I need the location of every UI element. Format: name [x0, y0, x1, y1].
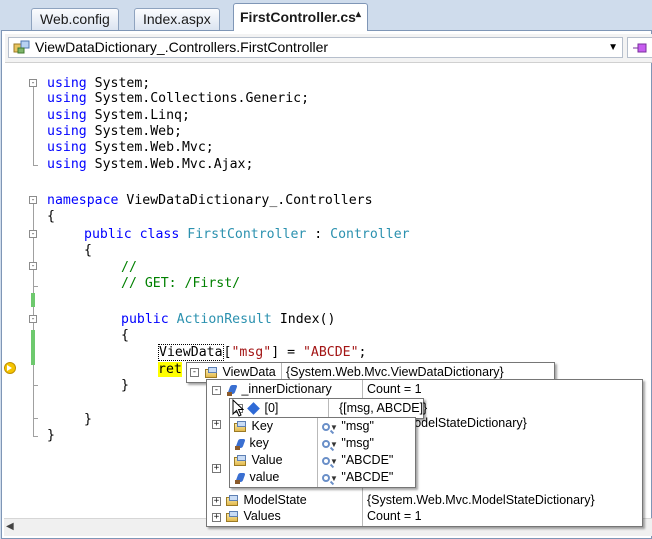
- code-line: // GET: /First/: [121, 276, 241, 291]
- datatip-row[interactable]: Value: [234, 452, 283, 469]
- property-icon: [226, 494, 240, 507]
- collapse-icon[interactable]: -: [212, 386, 221, 395]
- datatip-name: Key: [251, 419, 274, 433]
- tab-web-config[interactable]: Web.config: [31, 8, 119, 30]
- code-line: }: [121, 378, 129, 393]
- datatip-value: {System.Web.Mvc.ModelStateDictionary}: [367, 493, 595, 507]
- datatip-row[interactable]: key: [234, 435, 269, 452]
- datatip-value: Count = 1: [367, 509, 422, 523]
- expand-icon[interactable]: +: [212, 464, 221, 473]
- datatip-name: [0]: [264, 401, 279, 415]
- expand-icon[interactable]: +: [212, 513, 221, 522]
- method-icon: [633, 41, 647, 59]
- visualizer-icon[interactable]: [322, 456, 330, 465]
- datatip-value: {[msg, ABCDE]}: [339, 401, 428, 415]
- datatip-name: ModelState: [243, 493, 307, 507]
- visualizer-icon[interactable]: [322, 422, 330, 431]
- datatip-row[interactable]: Key: [234, 418, 273, 435]
- code-line: namespace ViewDataDictionary_.Controller…: [47, 193, 373, 208]
- tab-label: Index.aspx: [143, 11, 211, 27]
- datatip-value: "ABCDE": [341, 470, 394, 484]
- code-line: ViewData["msg"] = "ABCDE";: [158, 344, 367, 361]
- datatip-name: Values: [243, 509, 281, 523]
- member-combo[interactable]: [627, 37, 652, 58]
- field-icon: [234, 438, 246, 450]
- code-line: using System.Web;: [47, 124, 182, 139]
- scroll-left-icon[interactable]: ◀: [6, 521, 14, 532]
- lock-icon: ▴: [355, 9, 361, 20]
- datatip-value: "msg": [341, 436, 374, 450]
- chevron-down-icon[interactable]: ▼: [608, 38, 618, 57]
- property-icon: [226, 510, 240, 523]
- datatip-row[interactable]: ModelState: [226, 492, 307, 509]
- code-line: //: [121, 260, 137, 275]
- datatip-name: key: [249, 436, 269, 450]
- field-icon: [234, 472, 246, 484]
- expand-icon[interactable]: +: [212, 420, 221, 429]
- expand-icon[interactable]: +: [212, 497, 221, 506]
- code-line: }: [84, 412, 92, 427]
- field-icon: [226, 384, 238, 396]
- tab-label: FirstController.cs: [240, 9, 356, 25]
- tab-first-controller[interactable]: FirstController.cs▴: [233, 3, 368, 31]
- datatip-entry[interactable]: - [0] {[msg, ABCDE]}: [229, 398, 428, 419]
- datatip-row[interactable]: value: [234, 469, 279, 486]
- code-line: {: [84, 243, 92, 258]
- tab-label: Web.config: [40, 11, 110, 27]
- visualizer-icon[interactable]: [322, 439, 330, 448]
- class-icon: [13, 40, 31, 59]
- type-combo[interactable]: ViewDataDictionary_.Controllers.FirstCon…: [8, 37, 623, 58]
- datatip-name: _innerDictionary: [241, 382, 332, 396]
- code-line: using System.Web.Mvc;: [47, 140, 214, 155]
- class-icon: [205, 366, 219, 379]
- code-line: {: [47, 209, 55, 224]
- code-line: public class FirstController : Controlle…: [84, 227, 410, 242]
- code-line: }: [47, 428, 55, 443]
- tab-index-aspx[interactable]: Index.aspx: [134, 8, 220, 30]
- type-combo-value: ViewDataDictionary_.Controllers.FirstCon…: [35, 39, 329, 55]
- document-tab-strip: Web.config Index.aspx FirstController.cs…: [0, 0, 652, 31]
- code-line: using System.Linq;: [47, 108, 190, 123]
- navigation-bar: ViewDataDictionary_.Controllers.FirstCon…: [5, 34, 652, 63]
- visualizer-icon[interactable]: [322, 473, 330, 482]
- datatip-name: ViewData: [222, 365, 276, 379]
- code-line: using System.Web.Mvc.Ajax;: [47, 157, 254, 172]
- item-icon: [247, 402, 260, 416]
- collapse-icon[interactable]: -: [190, 368, 199, 377]
- code-line: public ActionResult Index(): [121, 312, 336, 327]
- datatip-value: Count = 1: [367, 382, 422, 396]
- code-line-current: ret: [158, 362, 182, 377]
- datatip-value: "ABCDE": [341, 453, 394, 467]
- datatip-name: Value: [251, 453, 283, 467]
- property-icon: [234, 420, 248, 433]
- datatip-pair[interactable]: Key ▼ "msg" key ▼ "msg" Value ▼ "ABCDE" …: [229, 417, 416, 488]
- datatip-row[interactable]: Values: [226, 508, 281, 525]
- code-line: using System.Collections.Generic;: [47, 91, 310, 106]
- code-line: {: [121, 328, 129, 343]
- datatip-value: "msg": [341, 419, 374, 433]
- datatip-row[interactable]: _innerDictionary: [226, 381, 332, 398]
- code-line: using System;: [47, 76, 151, 91]
- property-icon: [234, 454, 248, 467]
- datatip-name: value: [249, 470, 280, 484]
